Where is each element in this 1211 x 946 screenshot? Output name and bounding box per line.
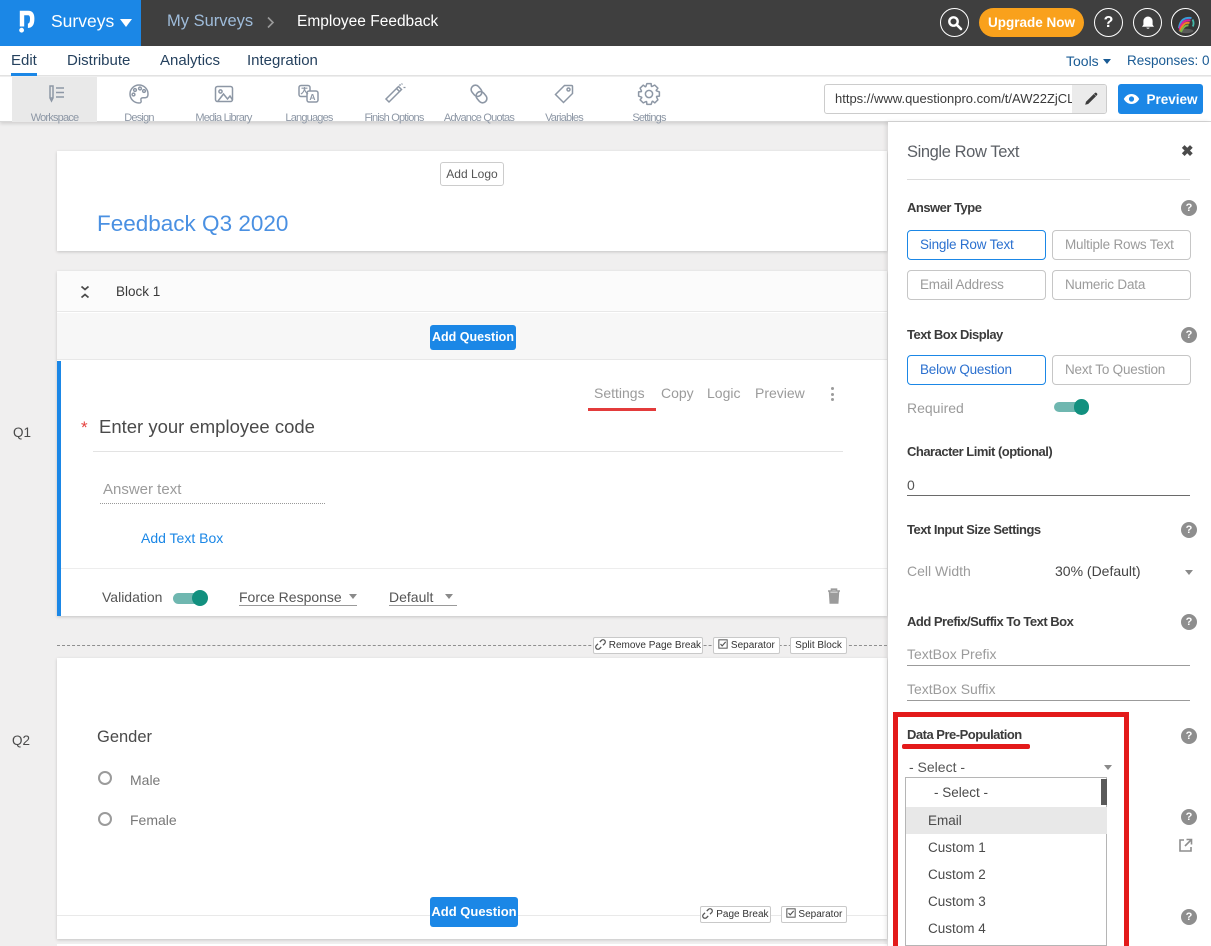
svg-text:A: A (309, 92, 315, 102)
